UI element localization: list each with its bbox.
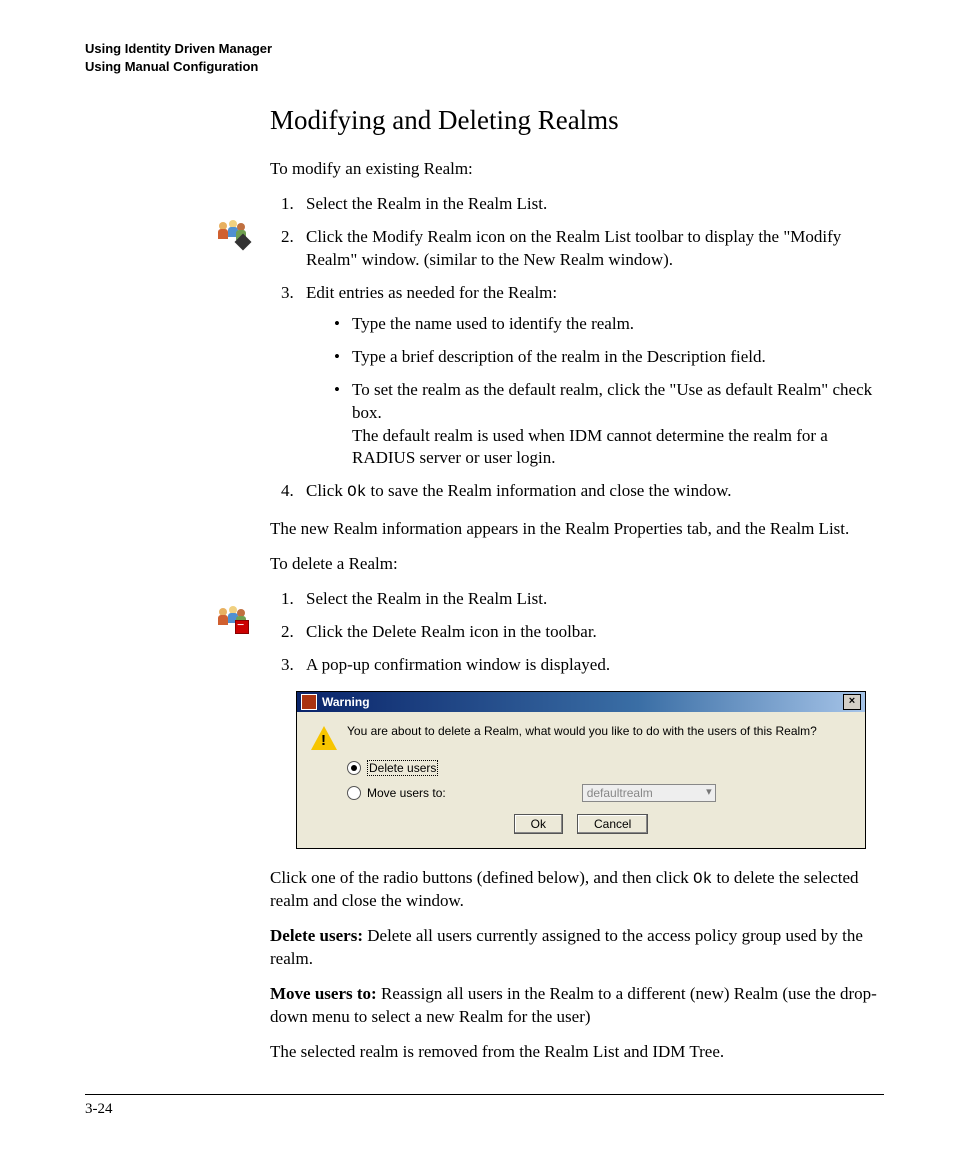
realm-select[interactable]: defaultrealm <box>582 784 716 802</box>
modify-step-2: Click the Modify Realm icon on the Realm… <box>298 226 884 272</box>
radio-delete-users-label: Delete users <box>367 760 438 776</box>
delete-steps: Select the Realm in the Realm List. Clic… <box>270 588 884 677</box>
radio-delete-users[interactable] <box>347 761 361 775</box>
radio-move-users-label: Move users to: <box>367 786 446 800</box>
intro-modify: To modify an existing Realm: <box>270 158 884 181</box>
dialog-sys-icon <box>301 694 317 710</box>
final-note: The selected realm is removed from the R… <box>270 1041 884 1064</box>
dialog-title-text: Warning <box>322 695 370 709</box>
delete-step-3: A pop-up confirmation window is displaye… <box>298 654 884 677</box>
page-number: 3-24 <box>85 1101 884 1118</box>
section-title: Modifying and Deleting Realms <box>270 105 884 136</box>
warning-dialog: Warning × You are about to delete a Real… <box>296 691 866 849</box>
delete-users-def: Delete users: Delete all users currently… <box>270 925 884 971</box>
modify-step-1: Select the Realm in the Realm List. <box>298 193 884 216</box>
header-line1: Using Identity Driven Manager <box>85 40 884 58</box>
delete-step-1: Select the Realm in the Realm List. <box>298 588 884 611</box>
substep-default: To set the realm as the default realm, c… <box>334 379 884 471</box>
modify-step-4: Click Ok to save the Realm information a… <box>298 480 884 504</box>
delete-step-2: Click the Delete Realm icon in the toolb… <box>298 621 884 644</box>
modify-realm-icon <box>215 216 249 250</box>
ok-button[interactable]: Ok <box>514 814 563 834</box>
close-icon[interactable]: × <box>843 694 861 710</box>
after-dialog-p1: Click one of the radio buttons (defined … <box>270 867 884 914</box>
running-header: Using Identity Driven Manager Using Manu… <box>85 40 884 75</box>
move-users-def: Move users to: Reassign all users in the… <box>270 983 884 1029</box>
delete-realm-icon <box>215 602 249 636</box>
modify-step-3: Edit entries as needed for the Realm: Ty… <box>298 282 884 471</box>
after-modify: The new Realm information appears in the… <box>270 518 884 541</box>
modify-steps: Select the Realm in the Realm List. Clic… <box>270 193 884 504</box>
dialog-message: You are about to delete a Realm, what wo… <box>347 724 817 738</box>
dialog-titlebar: Warning × <box>297 692 865 712</box>
warning-icon <box>311 726 337 750</box>
cancel-button[interactable]: Cancel <box>577 814 648 834</box>
footer-rule <box>85 1094 884 1095</box>
intro-delete: To delete a Realm: <box>270 553 884 576</box>
substep-name: Type the name used to identify the realm… <box>334 313 884 336</box>
modify-substeps: Type the name used to identify the realm… <box>306 313 884 471</box>
radio-move-users[interactable] <box>347 786 361 800</box>
header-line2: Using Manual Configuration <box>85 58 884 76</box>
substep-description: Type a brief description of the realm in… <box>334 346 884 369</box>
